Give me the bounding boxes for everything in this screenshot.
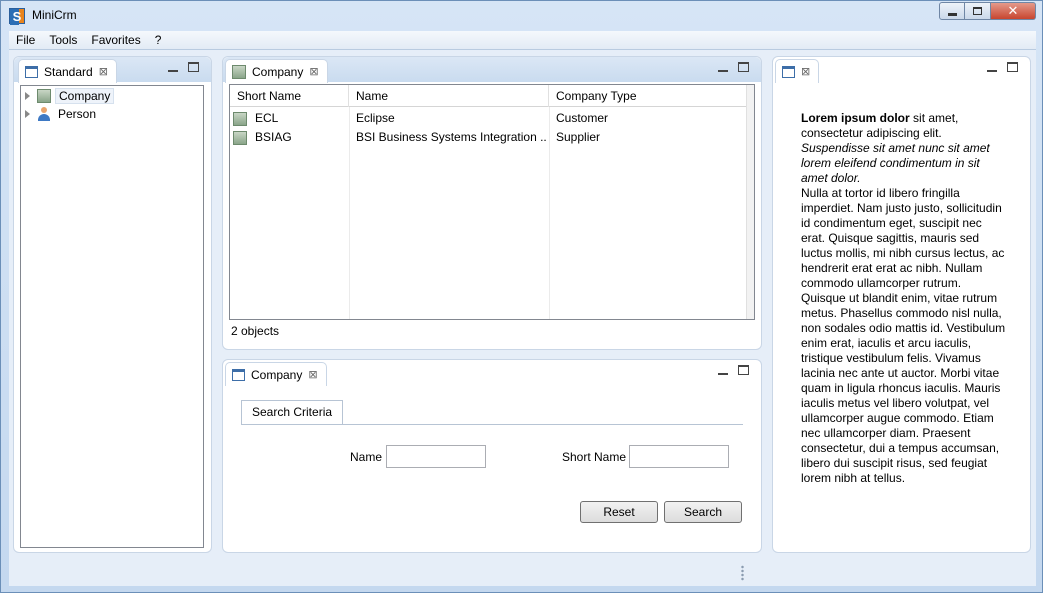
company-table: Short Name Name Company Type ECL Eclipse… [229,84,755,320]
search-button[interactable]: Search [664,501,742,523]
maximize-window-button[interactable] [965,2,991,20]
table-row[interactable]: BSIAG BSI Business Systems Integration .… [230,128,746,147]
navigation-view: Standard ⊠ Company Person [13,56,212,553]
menu-help[interactable]: ? [148,33,169,47]
company-search-view: Company ⊠ Search Criteria Name Short Nam… [222,359,762,553]
text-view: ⊠ Lorem ipsum dolor sit amet, consectetu… [772,56,1031,553]
close-tab-icon[interactable]: ⊠ [801,65,810,78]
app-window: S MiniCrm ✕ File Tools Favorites ? Stand… [0,0,1043,593]
short-name-label: Short Name [562,450,627,464]
close-window-button[interactable]: ✕ [991,2,1036,20]
tab-label: Company [252,64,304,79]
tab-text[interactable]: ⊠ [775,59,820,83]
building-icon [233,111,247,126]
tree-node-company[interactable]: Company [25,87,115,105]
minimize-icon [947,12,957,16]
menu-bar: File Tools Favorites ? [9,31,1036,50]
outline-tree: Company Person [20,85,204,548]
tab-label: Company [251,367,303,382]
minimize-window-button[interactable] [939,2,965,20]
tree-node-person[interactable]: Person [25,105,99,123]
close-tab-icon[interactable]: ⊠ [309,65,318,78]
view-controls [718,365,749,375]
company-table-view: Company ⊠ Short Name Name Company Type E… [222,56,762,350]
column-header-name[interactable]: Name [349,85,549,107]
name-label: Name [350,450,383,464]
table-row[interactable]: ECL Eclipse Customer [230,109,746,128]
cell-company-type: Supplier [556,130,601,144]
lorem-text: Lorem ipsum dolor sit amet, consectetur … [801,111,1006,486]
tab-standard[interactable]: Standard ⊠ [18,59,117,83]
resize-grip-icon[interactable] [741,565,744,581]
maximize-view-icon[interactable] [738,365,749,375]
tab-company-table[interactable]: Company ⊠ [225,59,328,83]
cell-name: Eclipse [356,111,395,125]
table-header: Short Name Name Company Type [230,85,754,107]
minimize-view-icon[interactable] [987,62,997,72]
maximize-view-icon[interactable] [738,62,749,72]
person-icon [37,107,51,121]
building-icon [37,89,51,103]
table-scrollbar[interactable] [746,85,754,319]
app-logo-icon: S [9,8,25,25]
expand-arrow-icon[interactable] [25,92,30,100]
text-body: Nulla at tortor id libero fringilla impe… [801,186,1006,485]
window-title: MiniCrm [32,8,77,22]
close-icon: ✕ [1007,3,1019,18]
tree-node-label: Company [55,88,115,104]
tab-company-search[interactable]: Company ⊠ [225,362,327,386]
window-controls: ✕ [939,2,1036,20]
title-bar[interactable]: S MiniCrm ✕ [1,1,1042,31]
menu-tools[interactable]: Tools [42,33,84,47]
view-controls [987,62,1018,72]
text-italic: Suspendisse sit amet nunc sit amet lorem… [801,141,990,185]
workbench: Standard ⊠ Company Person Company ⊠ Shor… [9,50,1036,586]
building-icon [232,64,246,79]
short-name-field[interactable] [629,445,729,468]
cell-company-type: Customer [556,111,609,125]
close-tab-icon[interactable]: ⊠ [99,65,108,78]
view-icon [782,65,795,78]
tree-node-label: Person [58,107,97,121]
tab-search-criteria[interactable]: Search Criteria [241,400,344,425]
maximize-view-icon[interactable] [1007,62,1018,72]
minimize-view-icon[interactable] [718,62,728,72]
maximize-view-icon[interactable] [188,62,199,72]
cell-short-name: BSIAG [255,130,292,144]
reset-button[interactable]: Reset [580,501,658,523]
cell-name: BSI Business Systems Integration ... [356,130,547,144]
maximize-icon [973,7,982,15]
view-controls [168,62,199,72]
view-icon [25,65,38,78]
menu-file[interactable]: File [9,33,42,47]
minimize-view-icon[interactable] [168,62,178,72]
text-bold: Lorem ipsum dolor [801,111,910,125]
tab-label: Standard [44,64,93,79]
name-field[interactable] [386,445,486,468]
menu-favorites[interactable]: Favorites [84,33,147,47]
view-controls [718,62,749,72]
column-header-short-name[interactable]: Short Name [230,85,349,107]
expand-arrow-icon[interactable] [25,110,30,118]
row-count-status: 2 objects [231,324,280,338]
column-header-company-type[interactable]: Company Type [549,85,752,107]
cell-short-name: ECL [255,111,279,125]
view-icon [232,368,245,381]
close-tab-icon[interactable]: ⊠ [308,368,317,381]
building-icon [233,130,247,145]
minimize-view-icon[interactable] [718,365,728,375]
